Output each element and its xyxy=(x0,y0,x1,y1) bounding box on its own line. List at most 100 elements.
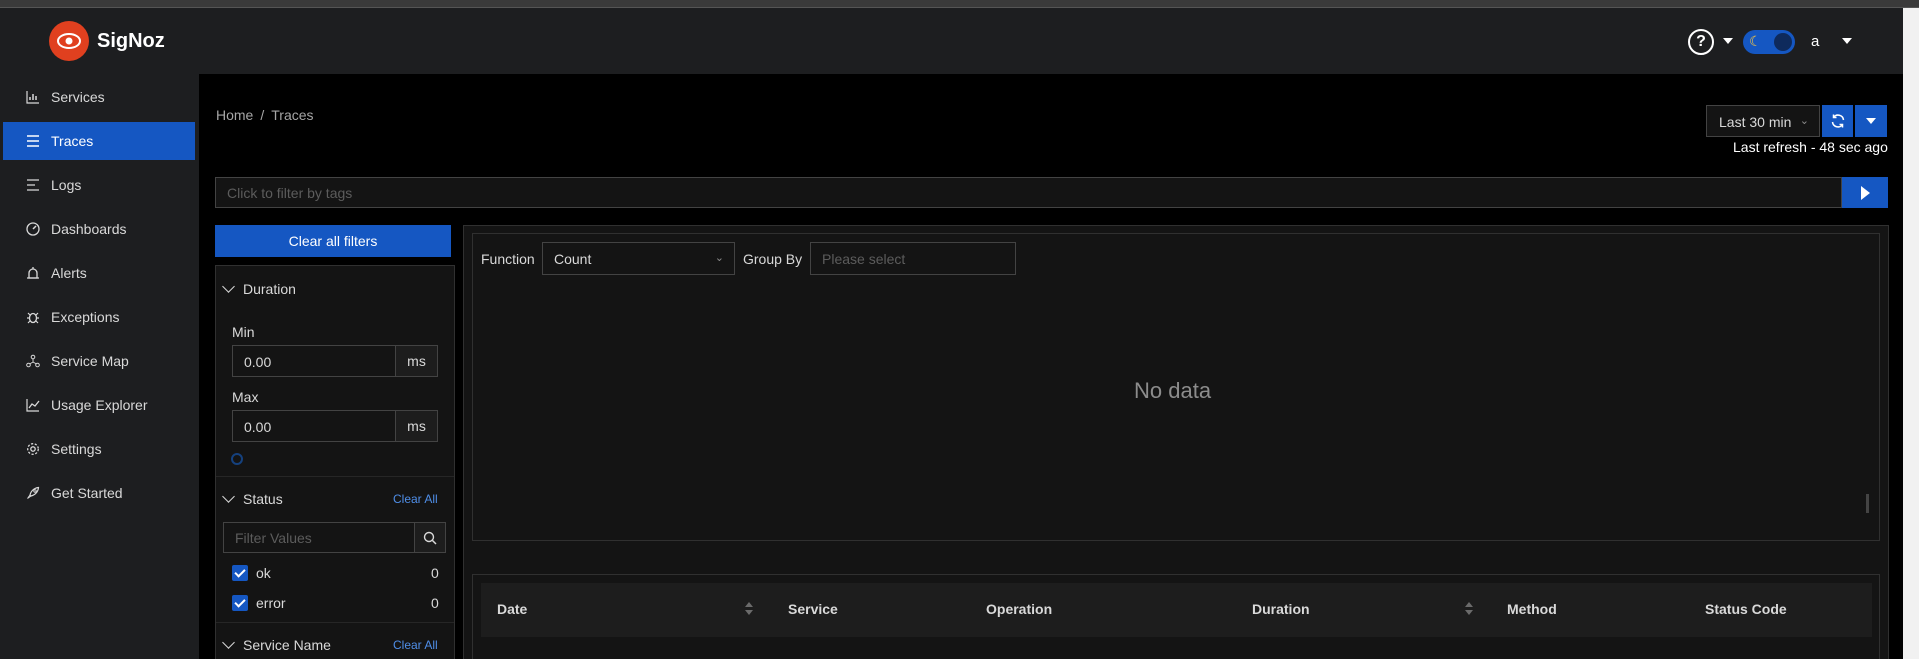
time-range-select[interactable]: Last 30 min ⌄ xyxy=(1706,105,1820,137)
clear-all-filters-button[interactable]: Clear all filters xyxy=(215,225,451,257)
sidebar-item-label: Usage Explorer xyxy=(51,397,148,413)
play-icon xyxy=(1861,186,1870,200)
breadcrumb-current: Traces xyxy=(271,107,314,123)
duration-min-unit: ms xyxy=(395,345,438,377)
function-label: Function xyxy=(481,251,535,267)
status-ok-label: ok xyxy=(256,565,271,581)
duration-section-header[interactable]: Duration xyxy=(222,280,296,297)
alarm-icon xyxy=(26,266,40,280)
sidebar-item-alerts[interactable]: Alerts xyxy=(3,254,195,292)
last-refresh-text: Last refresh - 48 sec ago xyxy=(1733,139,1888,155)
refresh-button[interactable] xyxy=(1822,105,1853,137)
status-ok-count: 0 xyxy=(431,565,439,581)
sidebar-item-label: Dashboards xyxy=(51,221,127,237)
duration-title: Duration xyxy=(243,281,296,297)
group-by-select[interactable]: Please select xyxy=(810,242,1016,275)
theme-toggle[interactable]: ☾ xyxy=(1743,30,1795,54)
sidebar-item-service-map[interactable]: Service Map xyxy=(3,342,195,380)
toggle-knob xyxy=(1774,33,1792,51)
menu-lines-icon xyxy=(26,134,40,148)
bar-chart-icon xyxy=(26,90,40,104)
status-error-count: 0 xyxy=(431,595,439,611)
app-name[interactable]: SigNoz xyxy=(97,30,165,53)
deployment-unit-icon xyxy=(26,354,40,368)
sort-icon[interactable] xyxy=(1465,602,1473,616)
align-left-icon xyxy=(26,178,40,192)
sidebar-item-label: Traces xyxy=(51,133,94,149)
column-header-date[interactable]: Date xyxy=(497,601,527,617)
column-header-method: Method xyxy=(1507,601,1557,617)
question-circle-icon[interactable]: ? xyxy=(1688,29,1714,55)
sidebar-item-services[interactable]: Services xyxy=(3,78,195,116)
duration-max-label: Max xyxy=(232,389,259,405)
sidebar-item-settings[interactable]: Settings xyxy=(3,430,195,468)
user-dropdown-caret-icon[interactable] xyxy=(1842,38,1852,44)
status-search-button[interactable] xyxy=(414,522,446,553)
section-divider xyxy=(216,622,454,623)
status-error-checkbox[interactable] xyxy=(232,595,248,611)
sidebar: Services Traces Logs Dashboards Alerts E… xyxy=(0,74,199,659)
sidebar-item-get-started[interactable]: Get Started xyxy=(3,474,195,512)
sort-icon[interactable] xyxy=(745,602,753,616)
breadcrumb-home[interactable]: Home xyxy=(216,107,253,123)
duration-max-input[interactable]: 0.00 xyxy=(232,410,396,442)
duration-max-unit: ms xyxy=(395,410,438,442)
column-header-operation: Operation xyxy=(986,601,1053,617)
service-name-clear-all-link[interactable]: Clear All xyxy=(393,638,438,652)
section-divider xyxy=(216,476,454,477)
table-header-row xyxy=(481,583,1872,637)
service-name-title: Service Name xyxy=(243,637,331,653)
moon-icon: ☾ xyxy=(1749,33,1762,49)
rocket-icon xyxy=(26,486,40,500)
status-error-label: error xyxy=(256,595,286,611)
chevron-down-icon xyxy=(222,636,235,649)
no-data-message: No data xyxy=(1134,378,1212,403)
chevron-down-icon xyxy=(222,280,235,293)
status-section-header[interactable]: Status xyxy=(222,490,283,507)
column-header-status-code: Status Code xyxy=(1705,601,1787,617)
tag-filter-input[interactable]: Click to filter by tags xyxy=(215,177,1842,208)
status-ok-checkbox[interactable] xyxy=(232,565,248,581)
signoz-logo-icon[interactable] xyxy=(49,21,89,61)
column-header-service: Service xyxy=(788,601,838,617)
sidebar-item-dashboards[interactable]: Dashboards xyxy=(3,210,195,248)
sidebar-item-logs[interactable]: Logs xyxy=(3,166,195,204)
sidebar-item-usage-explorer[interactable]: Usage Explorer xyxy=(3,386,195,424)
sidebar-item-label: Logs xyxy=(51,177,82,193)
column-header-duration[interactable]: Duration xyxy=(1252,601,1310,617)
breadcrumb-separator: / xyxy=(260,107,265,123)
sidebar-item-label: Services xyxy=(51,89,105,105)
sidebar-item-traces[interactable]: Traces xyxy=(3,122,195,160)
app-header: SigNoz ? ☾ a xyxy=(0,8,1903,74)
page-scrollbar[interactable] xyxy=(1903,8,1919,659)
user-avatar[interactable]: a xyxy=(1811,33,1819,50)
run-filter-button[interactable] xyxy=(1842,177,1888,208)
group-by-label: Group By xyxy=(743,251,803,267)
status-filter-values-input[interactable]: Filter Values xyxy=(223,522,415,553)
function-select-value: Count xyxy=(554,251,592,267)
duration-slider-handle[interactable] xyxy=(231,453,243,465)
chevron-down-icon: ⌄ xyxy=(1799,115,1809,127)
bug-icon xyxy=(26,310,40,324)
dashboard-icon xyxy=(26,222,40,236)
sidebar-item-label: Exceptions xyxy=(51,309,120,325)
sidebar-item-label: Alerts xyxy=(51,265,87,281)
chart-scrollbar[interactable] xyxy=(1866,494,1869,513)
function-select[interactable]: Count ⌄ xyxy=(542,242,735,275)
time-range-value: Last 30 min xyxy=(1719,114,1792,130)
breadcrumb: Home / Traces xyxy=(216,107,314,123)
sidebar-item-label: Get Started xyxy=(51,485,123,501)
sidebar-item-label: Service Map xyxy=(51,353,129,369)
sidebar-item-exceptions[interactable]: Exceptions xyxy=(3,298,195,336)
status-title: Status xyxy=(243,491,283,507)
service-name-section-header[interactable]: Service Name xyxy=(222,636,331,653)
search-icon xyxy=(423,531,437,545)
help-dropdown-caret-icon[interactable] xyxy=(1723,38,1733,44)
status-clear-all-link[interactable]: Clear All xyxy=(393,492,438,506)
duration-min-input[interactable]: 0.00 xyxy=(232,345,396,377)
sync-icon xyxy=(1831,114,1844,128)
browser-top-strip xyxy=(0,0,1919,8)
gear-icon xyxy=(26,442,40,456)
chevron-down-icon xyxy=(222,490,235,503)
refresh-interval-dropdown-button[interactable] xyxy=(1855,105,1887,137)
